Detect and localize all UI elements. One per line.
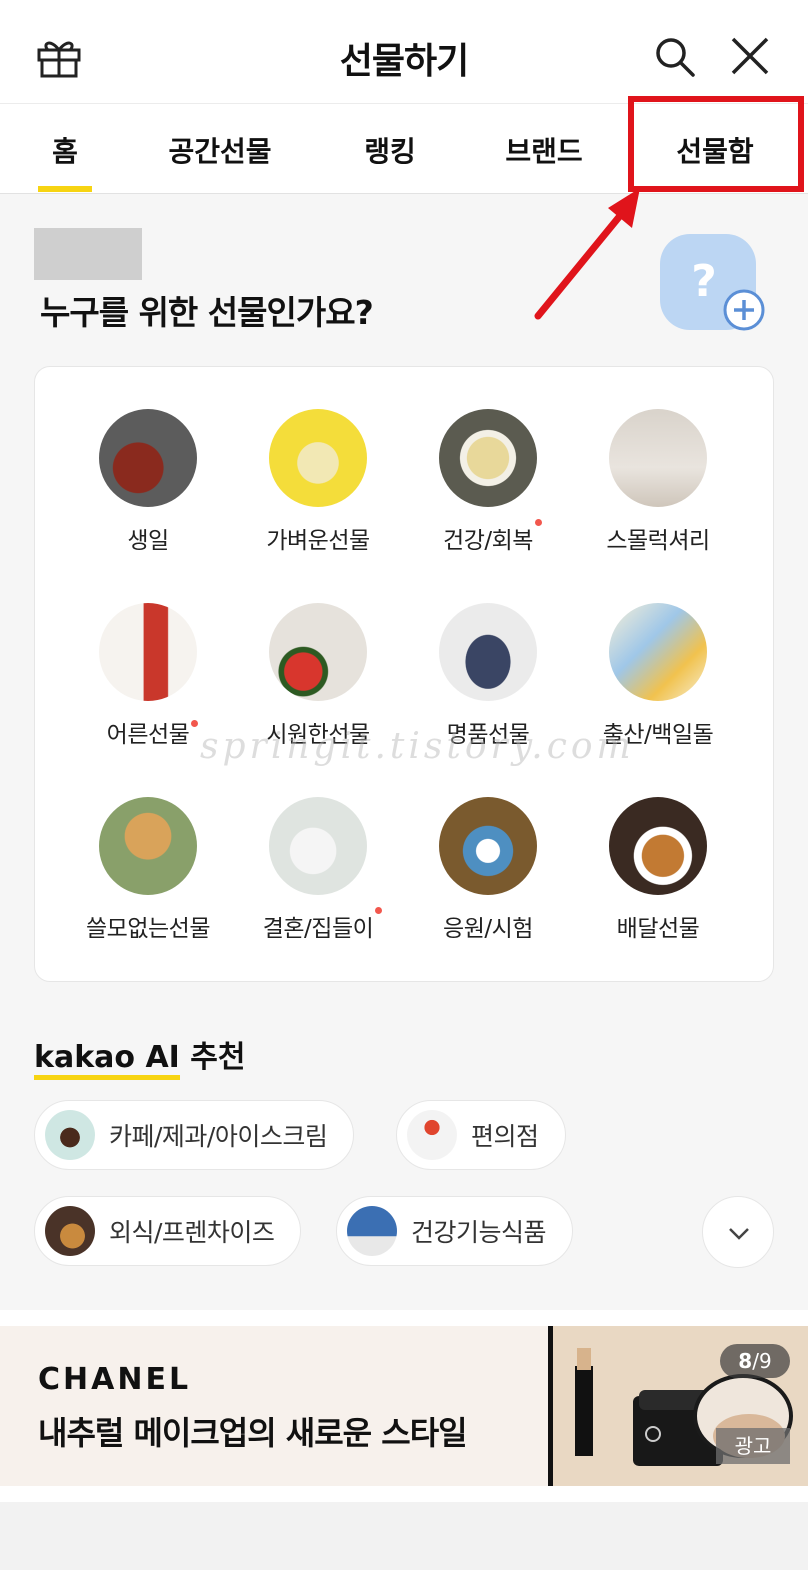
baby-image: [609, 603, 707, 701]
watermark: springit.tistory.com: [200, 726, 635, 767]
banner-headline: 내추럴 메이크업의 새로운 스타일: [38, 1414, 468, 1452]
tab-space-gift[interactable]: 공간선물: [150, 130, 290, 170]
tab-home[interactable]: 홈: [24, 130, 106, 170]
add-friend-icon[interactable]: ?: [658, 232, 768, 332]
category-health[interactable]: 건강/회복: [403, 409, 573, 555]
banner-brand: CHANEL: [38, 1362, 192, 1397]
birthday-image: [99, 409, 197, 507]
svg-text:?: ?: [691, 256, 717, 307]
light-gift-image: [269, 409, 367, 507]
annotation-arrow-icon: [534, 188, 640, 320]
app-header: 선물하기: [0, 0, 808, 104]
tab-brand[interactable]: 브랜드: [482, 130, 606, 170]
small-luxury-image: [609, 409, 707, 507]
health-image: [439, 409, 537, 507]
category-light-gift[interactable]: 가벼운선물: [233, 409, 403, 555]
category-small-luxury[interactable]: 스몰럭셔리: [573, 409, 743, 555]
ad-banner-section: CHANEL 내추럴 메이크업의 새로운 스타일: [0, 1310, 808, 1570]
cool-gift-image: [269, 603, 367, 701]
category-useless-gift[interactable]: 쓸모없는선물: [63, 797, 233, 943]
elder-gift-image: [99, 603, 197, 701]
useless-gift-image: [99, 797, 197, 895]
category-cheer[interactable]: 응원/시험: [403, 797, 573, 943]
health-food-icon: [347, 1206, 397, 1256]
ad-badge: 광고: [716, 1428, 790, 1464]
cheer-image: [439, 797, 537, 895]
chevron-down-icon: [729, 1228, 749, 1240]
chip-health-food[interactable]: 건강기능식품: [336, 1196, 574, 1266]
ai-recommend-label: 추천: [190, 1040, 246, 1075]
wedding-image: [269, 797, 367, 895]
chip-convenience-store[interactable]: 편의점: [396, 1100, 566, 1170]
kakao-ai-logo: kakao AI: [34, 1040, 180, 1080]
lollipop-icon: [407, 1110, 457, 1160]
active-tab-indicator: [38, 186, 92, 192]
new-dot-icon: [375, 907, 383, 914]
redacted-name-block: [34, 228, 142, 280]
expand-chips-button[interactable]: [702, 1196, 774, 1268]
bottom-placeholder: [0, 1502, 808, 1570]
luxury-gift-image: [439, 603, 537, 701]
category-birthday[interactable]: 생일: [63, 409, 233, 555]
new-dot-icon: [191, 720, 199, 727]
delivery-image: [609, 797, 707, 895]
new-dot-icon: [534, 519, 542, 526]
tab-ranking[interactable]: 랭킹: [340, 130, 440, 170]
chip-restaurant[interactable]: 외식/프렌차이즈: [34, 1196, 302, 1266]
category-card: 생일 가벼운선물 건강/회복 스몰럭셔리 어른선물 시원한선물 명품선물 출산/…: [34, 366, 774, 982]
search-icon[interactable]: [654, 36, 696, 78]
ad-banner[interactable]: CHANEL 내추럴 메이크업의 새로운 스타일: [0, 1326, 808, 1486]
close-icon[interactable]: [730, 36, 770, 76]
chicken-icon: [45, 1206, 95, 1256]
recipient-question: 누구를 위한 선물인가요?: [40, 293, 374, 332]
category-delivery[interactable]: 배달선물: [573, 797, 743, 943]
banner-page-indicator: 8/9: [720, 1344, 790, 1378]
ai-recommend-title: kakao AI 추천: [34, 1032, 246, 1080]
chip-cafe[interactable]: 카페/제과/아이스크림: [34, 1100, 355, 1170]
coffee-icon: [45, 1110, 95, 1160]
category-wedding[interactable]: 결혼/집들이: [233, 797, 403, 943]
